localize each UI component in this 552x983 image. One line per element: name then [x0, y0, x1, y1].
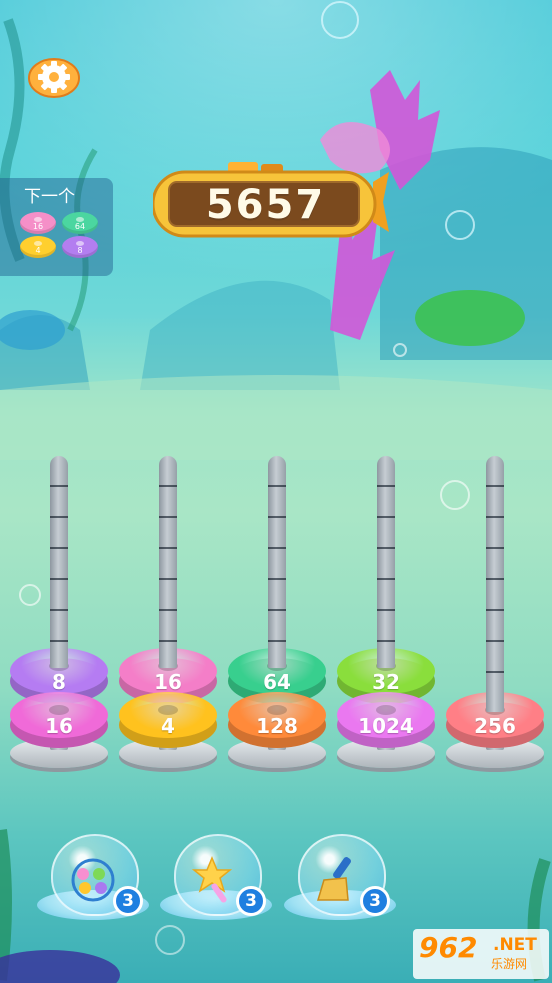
ring[interactable]: 16 — [10, 692, 108, 748]
pole-stub — [377, 644, 395, 668]
ring-value: 4 — [161, 714, 175, 738]
next-panel-title: 下一个 — [24, 187, 75, 207]
ring[interactable]: 1024 — [337, 692, 435, 748]
watermark-net: .NET — [493, 935, 537, 955]
watermark-logo: 962 .NET 乐游网 — [413, 929, 549, 979]
pole-stub — [268, 644, 286, 668]
ring-value: 16 — [154, 670, 182, 694]
ring-value: 32 — [372, 670, 400, 694]
next-ring-3: 4 — [20, 236, 56, 258]
game-scene: 下一个 16 64 4 8 5657 16 8 4 16 128 64 1024 32 256 … — [0, 0, 552, 983]
tool-count-badge: 3 — [236, 886, 266, 916]
pole-stub — [50, 644, 68, 668]
shuffle-tool-button[interactable]: 3 — [37, 834, 149, 926]
tool-count-badge: 3 — [113, 886, 143, 916]
watermark-number: 962 — [419, 931, 478, 964]
next-ring-2: 64 — [62, 212, 98, 234]
score-value: 5657 — [205, 182, 326, 228]
pole-stub — [159, 644, 177, 668]
pole-stub — [486, 688, 504, 712]
ring-value: 16 — [45, 714, 73, 738]
tool-count-badge: 3 — [360, 886, 390, 916]
settings-gear-button[interactable] — [28, 54, 80, 98]
ring-value: 1024 — [358, 714, 414, 738]
gear-icon — [28, 58, 80, 98]
score-board: 5657 — [153, 162, 390, 242]
ring[interactable]: 128 — [228, 692, 326, 748]
ring[interactable]: 4 — [119, 692, 217, 748]
watermark-subtitle: 乐游网 — [491, 957, 528, 971]
ring-value: 8 — [52, 670, 66, 694]
next-ring-4: 8 — [62, 236, 98, 258]
next-ring-1: 16 — [20, 212, 56, 234]
magic-wand-tool-button[interactable]: 3 — [160, 834, 272, 926]
brush-tool-button[interactable]: 3 — [284, 834, 396, 926]
ring-value: 256 — [474, 714, 516, 738]
ring-value: 64 — [263, 670, 291, 694]
next-rings-panel: 下一个 16 64 4 8 — [0, 178, 113, 276]
ring-value: 128 — [256, 714, 298, 738]
